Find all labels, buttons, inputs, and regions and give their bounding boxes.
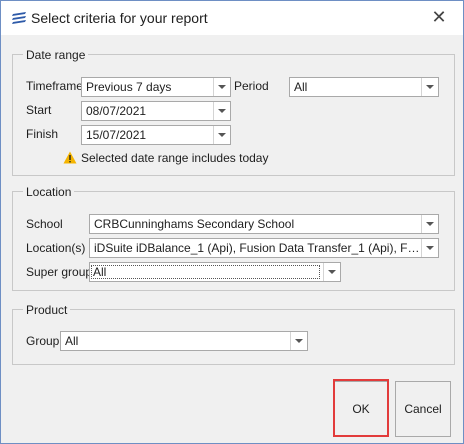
timeframe-value: Previous 7 days [86, 80, 172, 94]
start-label: Start [26, 103, 52, 117]
date-range-group: Date range Timeframe Previous 7 days Per… [12, 48, 455, 176]
group-label: Group [26, 334, 60, 348]
supergroup-label: Super group [26, 265, 93, 279]
chevron-down-icon[interactable] [421, 78, 438, 96]
finish-date-value: 15/07/2021 [86, 128, 147, 142]
locations-dropdown[interactable]: iDSuite iDBalance_1 (Api), Fusion Data T… [89, 238, 439, 258]
report-criteria-dialog: Select criteria for your report ✕ Date r… [0, 0, 464, 444]
location-group: Location School CRBCunninghams Secondary… [12, 185, 455, 291]
dialog-title: Select criteria for your report [31, 10, 208, 26]
chevron-down-icon[interactable] [213, 102, 230, 120]
school-dropdown[interactable]: CRBCunninghams Secondary School [89, 214, 439, 234]
product-group: Product Group All [12, 303, 455, 365]
date-range-warning: Selected date range includes today [81, 151, 269, 165]
school-label: School [26, 217, 63, 231]
date-range-title: Date range [23, 48, 89, 62]
app-logo-icon [12, 12, 26, 24]
product-group-value: All [65, 334, 79, 348]
close-icon[interactable]: ✕ [429, 7, 449, 27]
chevron-down-icon[interactable] [213, 126, 230, 144]
period-label: Period [234, 79, 269, 93]
chevron-down-icon[interactable] [421, 239, 438, 257]
period-value: All [294, 80, 308, 94]
warning-icon [63, 151, 77, 164]
locations-value: iDSuite iDBalance_1 (Api), Fusion Data T… [94, 241, 420, 255]
location-title: Location [23, 185, 75, 199]
ok-button[interactable]: OK [333, 381, 389, 437]
school-value: CRBCunninghams Secondary School [94, 217, 295, 231]
start-date-picker[interactable]: 08/07/2021 [81, 101, 231, 121]
product-group-dropdown[interactable]: All [60, 331, 308, 351]
supergroup-dropdown[interactable]: All [89, 262, 341, 282]
start-date-value: 08/07/2021 [86, 104, 147, 118]
cancel-button[interactable]: Cancel [395, 381, 451, 437]
period-dropdown[interactable]: All [289, 77, 439, 97]
finish-label: Finish [26, 127, 59, 141]
supergroup-value: All [91, 265, 320, 279]
product-title: Product [23, 303, 71, 317]
timeframe-dropdown[interactable]: Previous 7 days [81, 77, 231, 97]
finish-date-picker[interactable]: 15/07/2021 [81, 125, 231, 145]
locations-label: Location(s) [26, 241, 86, 255]
timeframe-label: Timeframe [26, 79, 83, 93]
chevron-down-icon[interactable] [323, 263, 340, 281]
chevron-down-icon[interactable] [421, 215, 438, 233]
title-bar: Select criteria for your report ✕ [1, 1, 463, 35]
chevron-down-icon[interactable] [290, 332, 307, 350]
chevron-down-icon[interactable] [213, 78, 230, 96]
